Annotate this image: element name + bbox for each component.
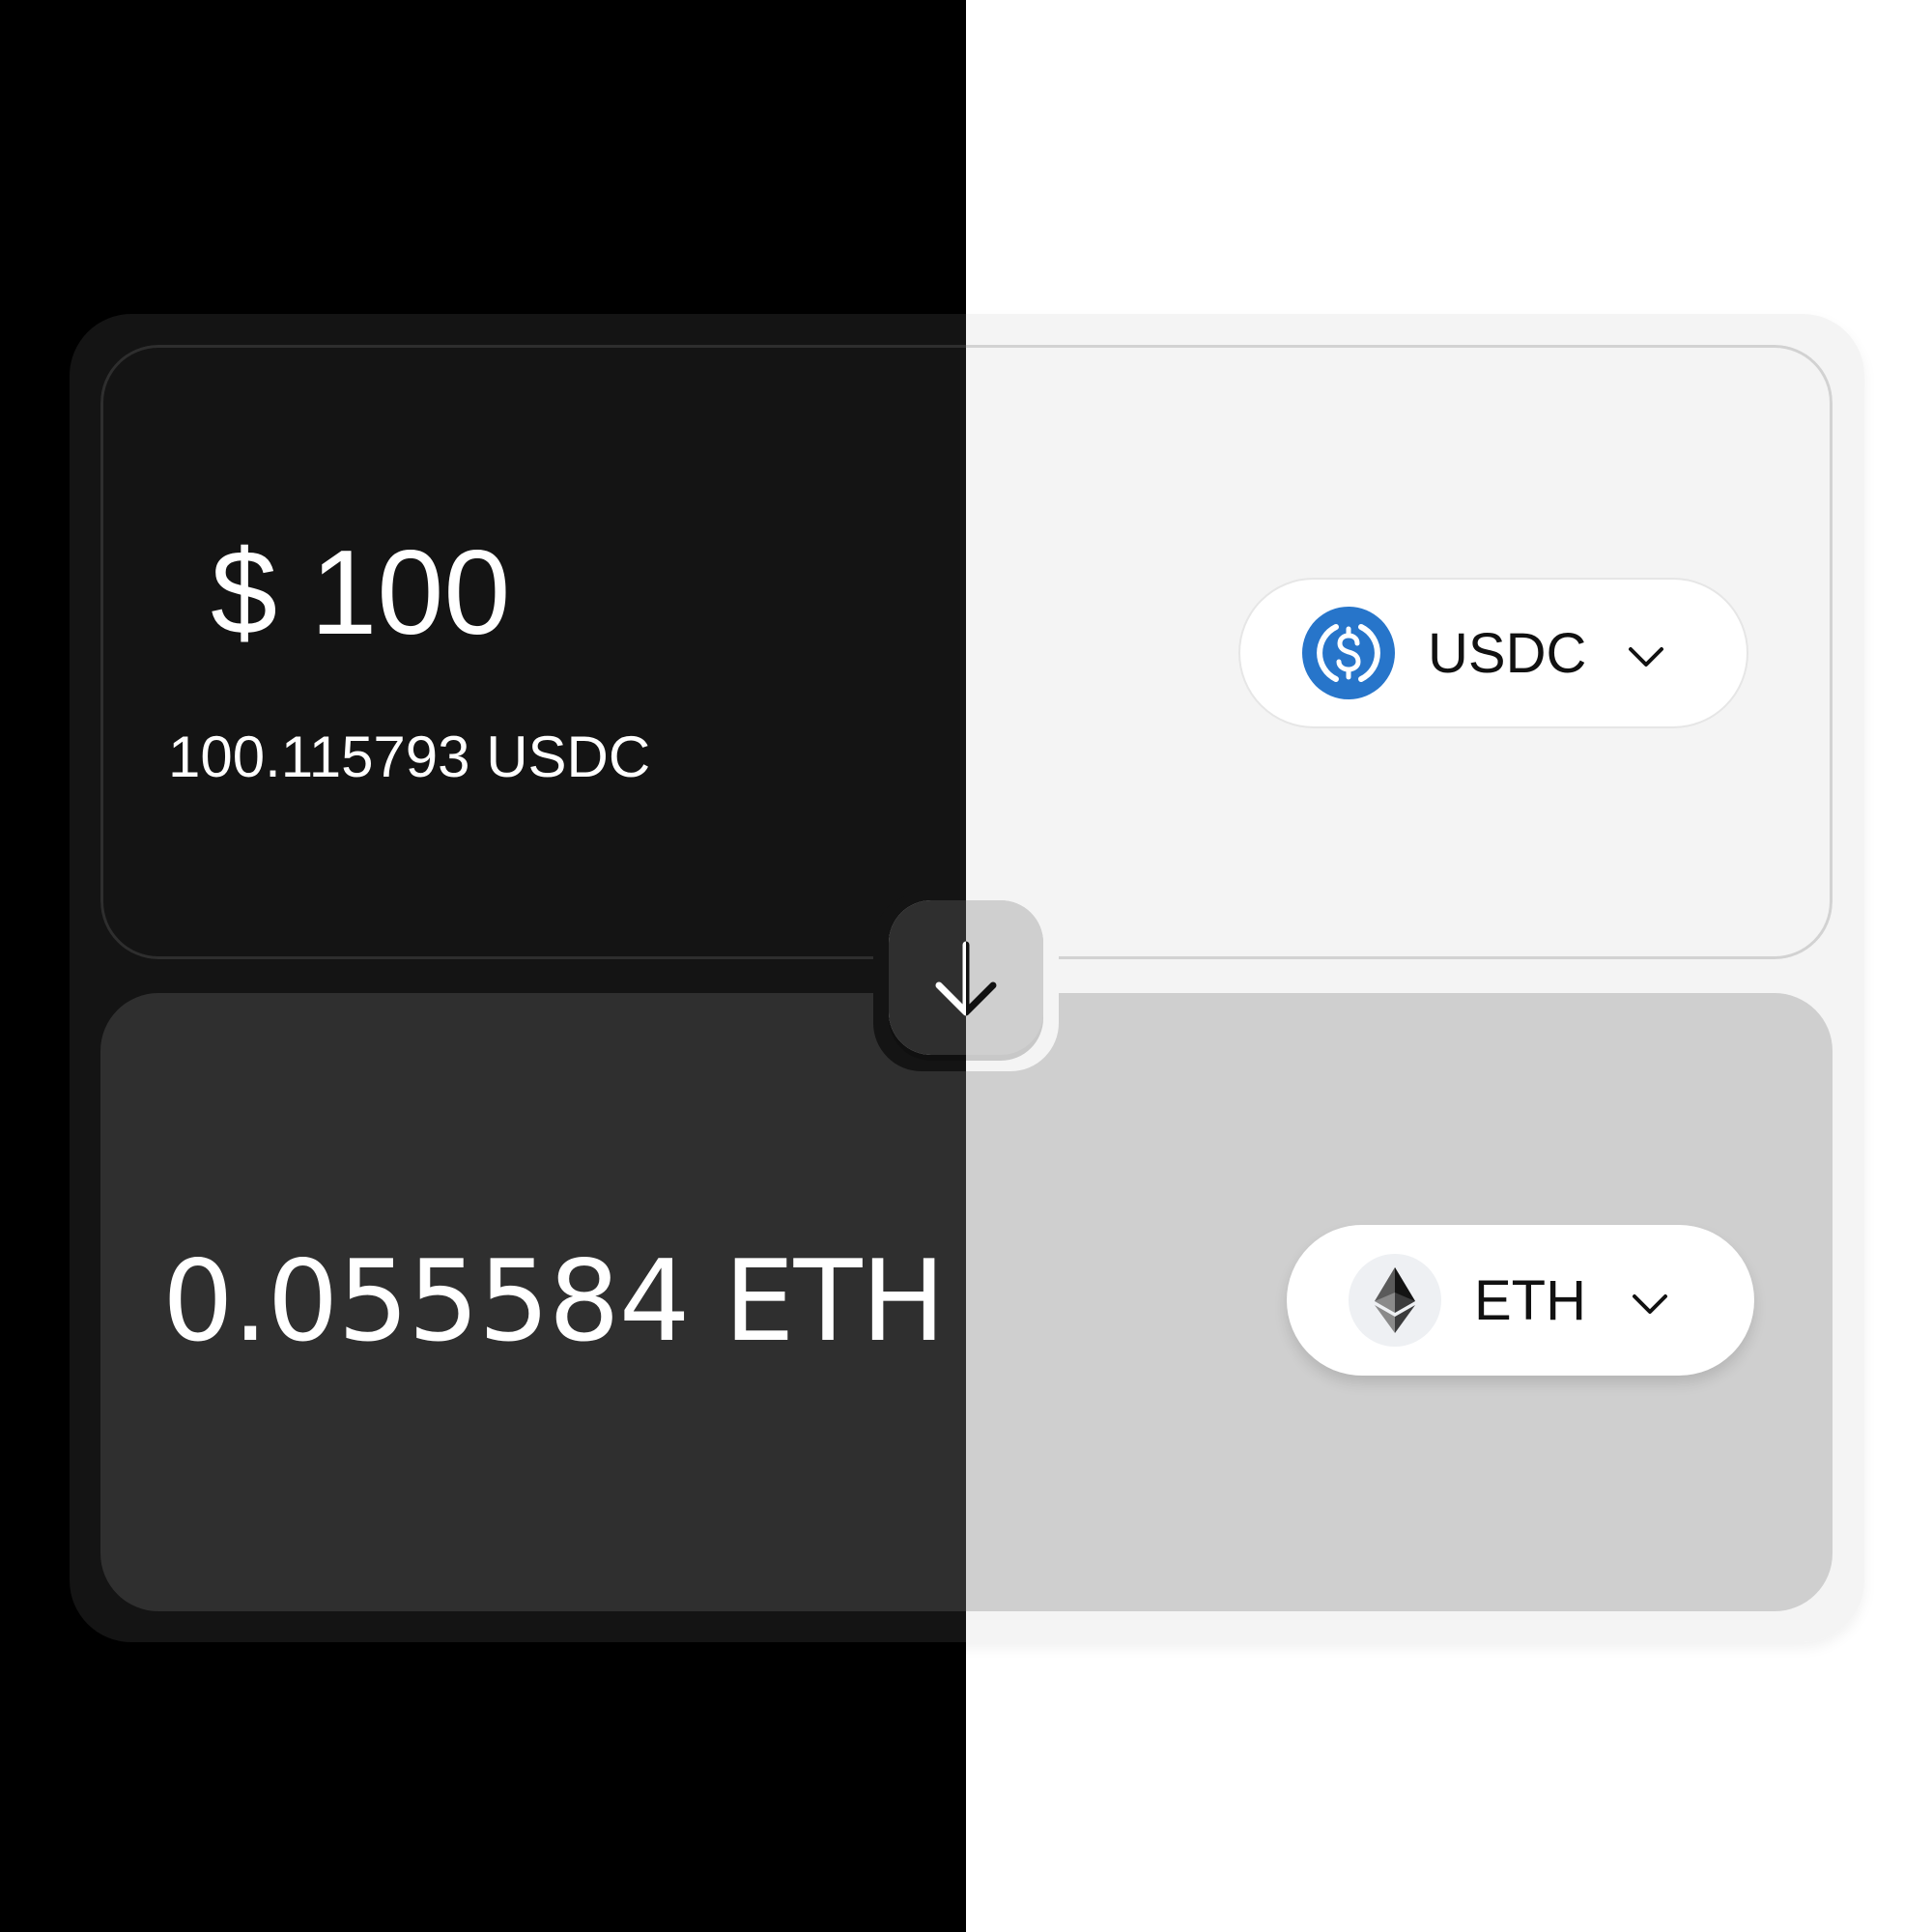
from-fiat-amount-input[interactable]: $ 100 bbox=[211, 533, 510, 653]
arrow-down-icon bbox=[935, 941, 997, 1016]
to-token-selector[interactable]: ETH bbox=[1287, 1225, 1754, 1376]
to-token-amount: 0.055584 ETH bbox=[162, 1236, 946, 1367]
from-token-selector[interactable]: USDC bbox=[1238, 578, 1748, 728]
swap-direction-button[interactable] bbox=[889, 900, 1043, 1055]
chevron-down-icon bbox=[1629, 647, 1663, 667]
usdc-icon bbox=[1302, 607, 1395, 699]
to-token-symbol: ETH bbox=[1474, 1269, 1586, 1332]
eth-icon bbox=[1349, 1254, 1441, 1347]
from-token-amount: 100.115793 USDC bbox=[168, 724, 651, 789]
from-token-symbol: USDC bbox=[1428, 622, 1587, 685]
chevron-down-icon bbox=[1633, 1294, 1667, 1314]
